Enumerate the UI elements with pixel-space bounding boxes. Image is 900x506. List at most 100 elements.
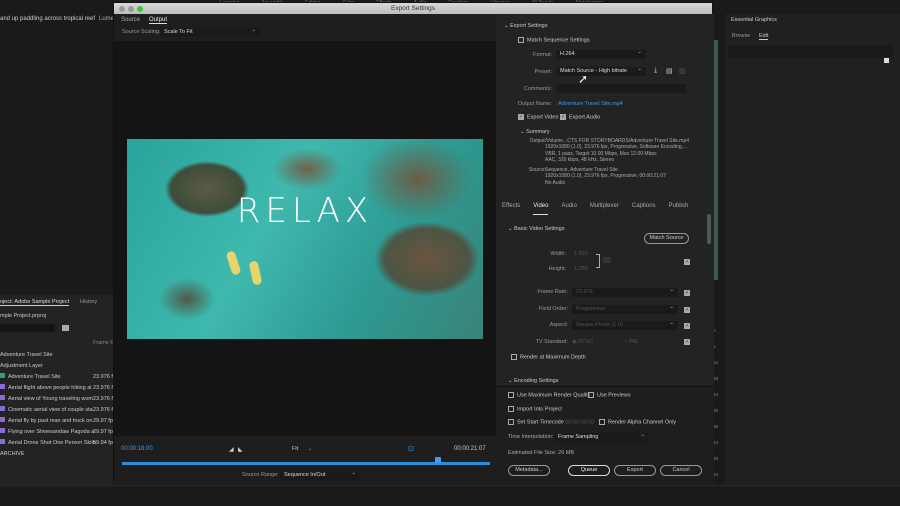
tab-edit[interactable]: Edit <box>759 33 769 40</box>
frame-rate-select[interactable]: 23.976 <box>572 287 678 297</box>
new-bin-icon[interactable] <box>62 325 69 331</box>
playhead[interactable] <box>435 457 442 463</box>
tv-standard-label: TV Standard: <box>535 339 568 345</box>
basic-video-heading[interactable]: ⌄ Basic Video Settings <box>508 226 565 232</box>
export-button[interactable]: Export <box>614 465 656 476</box>
tab-video[interactable]: Video <box>533 203 549 215</box>
ruler-tick: 36 <box>713 424 719 429</box>
time-interpolation-select[interactable]: Frame Sampling <box>554 432 649 442</box>
pal-radio[interactable]: ○ PAL <box>624 339 639 345</box>
ruler-tick: 0 <box>713 328 716 333</box>
item-name: Aerial fly by past man and truck on <box>8 418 93 424</box>
field-order-checkbox[interactable] <box>684 307 690 313</box>
project-item[interactable]: Adventure Travel Site <box>0 350 113 361</box>
project-item[interactable]: Flying over Shwesandaw Pagoda a 29.97 fps <box>0 427 116 438</box>
settings-scrollbar[interactable] <box>707 214 711 244</box>
use-previews-checkbox[interactable]: Use Previews <box>588 392 631 398</box>
width-height-match-checkbox[interactable] <box>684 259 690 265</box>
new-layer-icon[interactable] <box>884 58 889 63</box>
item-name: Flying over Shwesandaw Pagoda a <box>8 429 95 435</box>
crop-icon[interactable]: ⊡ <box>408 445 414 453</box>
set-out-point-icon[interactable]: ◣ <box>238 446 243 453</box>
import-into-project-checkbox[interactable]: Import Into Project <box>508 406 562 412</box>
max-depth-checkbox[interactable]: Render at Maximum Depth <box>511 354 586 360</box>
output-name-link[interactable]: Adventure Travel Site.mp4 <box>558 101 623 107</box>
summary-heading[interactable]: ⌄ Summary <box>520 129 550 135</box>
project-item[interactable]: Aerial flight above people hiking al 23.9… <box>0 383 116 394</box>
summary-output: /Volume...CTS FOR STORYBOARDS/Adventure … <box>545 138 690 163</box>
tab-publish[interactable]: Publish <box>669 203 689 215</box>
delete-preset-icon[interactable]: ▥ <box>679 67 686 75</box>
aspect-select[interactable]: Square Pixels (1.0) <box>572 320 678 330</box>
source-scaling-select[interactable]: Scale To Fit <box>160 27 260 37</box>
clip-icon <box>0 395 5 400</box>
start-timecode-field: 00:00:00:00 <box>565 419 595 426</box>
frame-rate-checkbox[interactable] <box>684 290 690 296</box>
output-name-label: Output Name: <box>517 101 552 107</box>
height-field[interactable]: 1,080 <box>574 266 588 272</box>
project-item[interactable]: Cinematic aerial view of couple sta 23.97… <box>0 405 116 416</box>
export-audio-checkbox[interactable]: Export Audio <box>560 114 600 120</box>
ruler-tick: 24 <box>713 392 719 397</box>
project-tab[interactable]: oject: Adobe Sample Project <box>0 299 70 306</box>
close-button[interactable] <box>119 5 125 12</box>
minimize-button[interactable] <box>128 5 134 12</box>
source-range-select[interactable]: Sequence In/Out <box>280 470 360 480</box>
format-select[interactable]: H.264 <box>556 49 646 59</box>
project-item[interactable]: Adventure Travel Site 23.976 fp <box>0 372 116 383</box>
save-preset-icon[interactable]: ⤓ <box>654 67 657 75</box>
height-label: Height: <box>548 266 566 272</box>
field-order-select[interactable]: Progressive <box>572 304 678 314</box>
video-preview: RELAX <box>127 139 483 339</box>
tab-browse[interactable]: Browse <box>732 33 750 39</box>
project-item[interactable]: Aerial fly by past man and truck on 29.97… <box>0 416 116 427</box>
encoding-settings-heading[interactable]: ⌄ Encoding Settings <box>508 378 558 384</box>
preset-label: Preset: <box>534 69 552 75</box>
tab-effects[interactable]: Effects <box>502 203 520 215</box>
field-order-label: Field Order: <box>538 306 568 312</box>
export-settings-heading[interactable]: ⌄ Export Settings <box>504 23 547 29</box>
ruler-tick: 12 <box>713 360 719 365</box>
constrain-proportions-icon[interactable] <box>603 257 611 263</box>
timecode-out: 00:00:21:07 <box>454 446 486 452</box>
timecode-in[interactable]: 00:00:18:00 <box>121 446 153 452</box>
render-alpha-checkbox[interactable]: Render Alpha Channel Only <box>599 419 676 425</box>
project-item[interactable]: ARCHIVE <box>0 449 113 460</box>
width-field[interactable]: 1,920 <box>574 251 588 257</box>
metadata-button[interactable]: Metadata... <box>508 465 550 476</box>
format-label: Format: <box>533 52 552 58</box>
tab-captions[interactable]: Captions <box>632 203 656 215</box>
match-source-button[interactable]: Match Source <box>644 233 689 244</box>
tab-audio[interactable]: Audio <box>561 203 576 215</box>
history-tab[interactable]: History <box>80 299 97 305</box>
estimated-file-size: Estimated File Size: 26 MB <box>508 450 575 456</box>
comments-input[interactable] <box>556 84 686 93</box>
project-search-input[interactable] <box>0 324 55 332</box>
zoom-button[interactable] <box>137 5 143 12</box>
item-name: Aerial view of Young traveling wom <box>8 396 93 402</box>
sequence-tab[interactable]: and up paddling across tropical reef <box>0 14 113 28</box>
set-in-point-icon[interactable]: ◢ <box>229 446 234 453</box>
tab-source[interactable]: Source <box>121 17 140 23</box>
export-video-checkbox[interactable]: Export Video <box>518 114 558 120</box>
item-name: Adventure Travel Site <box>8 374 61 380</box>
essential-graphics-panel: Essential Graphics Browse Edit <box>725 14 900 485</box>
fit-select[interactable]: Fit ⌄ <box>292 446 320 452</box>
set-start-timecode-checkbox[interactable]: Set Start Timecode 00:00:00:00 <box>508 419 594 425</box>
project-item[interactable]: Aerial view of Young traveling wom 23.976… <box>0 394 116 405</box>
project-item[interactable]: Aerial Drone Shot One Person Skiin 59.94 … <box>0 438 116 449</box>
max-render-quality-checkbox[interactable]: Use Maximum Render Quality <box>508 392 590 398</box>
tv-standard-checkbox[interactable] <box>684 339 690 345</box>
match-sequence-checkbox[interactable]: Match Sequence Settings <box>518 37 590 43</box>
preset-select[interactable]: Match Source - High bitrate <box>556 66 646 76</box>
tab-output[interactable]: Output <box>149 17 168 24</box>
ruler-tick: 48 <box>713 456 719 461</box>
cancel-button[interactable]: Cancel <box>660 465 702 476</box>
tab-multiplexer[interactable]: Multiplexer <box>590 203 619 215</box>
import-preset-icon[interactable]: ▤ <box>666 67 673 75</box>
project-item[interactable]: Adjustment Layer <box>0 361 113 372</box>
queue-button[interactable]: Queue <box>568 465 610 476</box>
ntsc-radio[interactable]: ◉ NTSC <box>572 339 593 345</box>
aspect-checkbox[interactable] <box>684 323 690 329</box>
clip-icon <box>0 439 5 444</box>
